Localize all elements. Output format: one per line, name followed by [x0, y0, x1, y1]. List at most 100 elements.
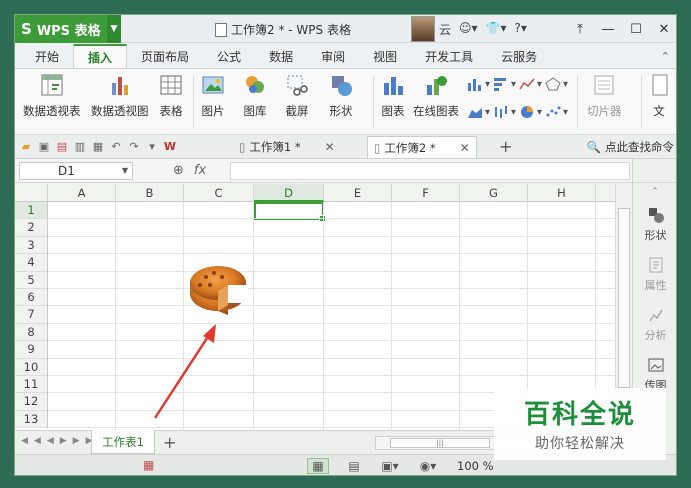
chevron-down-icon[interactable]: ▼ — [122, 163, 128, 179]
column-header[interactable]: G — [460, 184, 528, 202]
menu-tab[interactable]: 开发工具 — [411, 44, 487, 68]
slicer-button[interactable]: 切片器 — [587, 73, 622, 119]
menu-tab[interactable]: 开始 — [21, 44, 73, 68]
zoom-level[interactable]: 100 % — [457, 459, 494, 473]
menu-tab[interactable]: 数据 — [255, 44, 307, 68]
column-header[interactable]: D — [254, 184, 324, 202]
pin-icon[interactable]: ⤒ — [566, 15, 594, 43]
side-panel-properties[interactable]: 属性 — [633, 257, 676, 293]
menu-tab[interactable]: 公式 — [203, 44, 255, 68]
redo-icon[interactable]: ↷ — [127, 140, 141, 154]
wps-w-icon[interactable]: W — [163, 140, 177, 154]
stock-chart-dropdown[interactable]: ▾ — [493, 105, 516, 119]
minimize-button[interactable]: — — [594, 15, 622, 43]
collapse-panel-icon[interactable]: ⌃ — [637, 187, 673, 197]
text-button[interactable]: 文 — [647, 73, 671, 119]
calendar-icon[interactable]: ▦ — [143, 458, 154, 472]
row-header[interactable]: 6 — [15, 289, 47, 307]
save-icon[interactable]: ▣ — [37, 140, 51, 154]
row-header[interactable]: 10 — [15, 359, 47, 376]
select-all-corner[interactable] — [15, 184, 48, 202]
menu-tab[interactable]: 插入 — [73, 44, 128, 68]
normal-view-button[interactable]: ▦ — [307, 458, 329, 474]
column-header[interactable]: E — [324, 184, 392, 202]
column-header[interactable]: C — [184, 184, 254, 202]
fx-icon[interactable]: fx — [194, 163, 206, 178]
side-panel-analysis[interactable]: 分析 — [633, 307, 676, 343]
line-chart-dropdown[interactable]: ▾ — [519, 77, 542, 91]
doc-tab-1[interactable]: ▯ 工作簿1 * ✕ — [233, 136, 341, 158]
pie-chart-dropdown[interactable]: ▾ — [519, 105, 542, 119]
reading-view-button[interactable]: ▣▾ — [379, 458, 401, 474]
row-header[interactable]: 7 — [15, 306, 47, 324]
side-panel-shape[interactable]: 形状 — [633, 207, 676, 243]
scrollbar-thumb[interactable]: ||| — [390, 438, 490, 448]
selected-cell-d1[interactable] — [254, 202, 326, 222]
open-folder-icon[interactable]: ▰ — [19, 140, 33, 154]
shapes-button[interactable]: 形状 — [329, 73, 353, 119]
expand-icon[interactable]: ⌃ — [661, 50, 670, 63]
document-tab-bar: ▰ ▣ ▤ ▥ ▦ ↶ ↷ ▾ W ▯ 工作簿1 * ✕ ▯ 工作簿2 * ✕ … — [15, 135, 676, 159]
pivot-table-button[interactable]: 数据透视表 — [23, 73, 81, 119]
menu-tab[interactable]: 视图 — [359, 44, 411, 68]
wps-menu-button[interactable]: S WPS 表格 ▼ — [15, 15, 121, 43]
column-header[interactable]: H — [528, 184, 596, 202]
table-button[interactable]: 表格 — [159, 73, 183, 119]
add-sheet-icon[interactable]: + — [163, 433, 176, 452]
page-break-view-button[interactable]: ▤ — [343, 458, 365, 474]
menu-tab[interactable]: 审阅 — [307, 44, 359, 68]
undo-icon[interactable]: ↶ — [109, 140, 123, 154]
gallery-button[interactable]: 图库 — [243, 73, 267, 119]
row-header[interactable]: 4 — [15, 254, 47, 272]
row-header[interactable]: 2 — [15, 219, 47, 237]
new-tab-icon[interactable]: + — [499, 137, 512, 156]
shirt-icon[interactable]: 👕▾ — [486, 21, 507, 38]
sheet-tab-1[interactable]: 工作表1 — [91, 430, 155, 454]
scrollbar-thumb[interactable] — [618, 208, 630, 388]
chevron-down-icon[interactable]: ▼ — [107, 15, 121, 43]
row-header[interactable]: 13 — [15, 411, 47, 429]
row-header[interactable]: 11 — [15, 376, 47, 394]
close-button[interactable]: ✕ — [650, 15, 676, 43]
command-search[interactable]: 🔍 点此查找命令 — [587, 139, 674, 155]
name-box[interactable]: D1 ▼ — [19, 162, 133, 180]
maximize-button[interactable]: ☐ — [622, 15, 650, 43]
eye-protect-button[interactable]: ◉▾ — [417, 458, 439, 474]
menu-tab[interactable]: 页面布局 — [127, 44, 203, 68]
picture-button[interactable]: 图片 — [201, 73, 225, 119]
print-icon[interactable]: ▥ — [73, 140, 87, 154]
scatter-chart-dropdown[interactable]: ▾ — [545, 105, 568, 119]
mooncake-image[interactable] — [188, 255, 252, 319]
formula-input[interactable] — [230, 162, 630, 180]
close-tab-icon[interactable]: ✕ — [460, 141, 470, 155]
row-header[interactable]: 9 — [15, 341, 47, 359]
online-chart-button[interactable]: 在线图表 — [413, 73, 459, 119]
bar-chart-dropdown[interactable]: ▾ — [493, 77, 516, 91]
row-header[interactable]: 12 — [15, 393, 47, 411]
pivot-chart-button[interactable]: 数据透视图 — [91, 73, 149, 119]
sheet-nav-arrows[interactable]: ◀◀◀▶▶▶ — [21, 436, 99, 446]
close-tab-icon[interactable]: ✕ — [325, 140, 335, 154]
column-header[interactable]: A — [48, 184, 116, 202]
zoom-search-icon[interactable]: ⊕ — [173, 163, 184, 178]
row-header[interactable]: 3 — [15, 237, 47, 255]
radar-chart-dropdown[interactable]: ▾ — [545, 77, 568, 91]
column-header[interactable]: B — [116, 184, 184, 202]
print-preview-icon[interactable]: ▦ — [91, 140, 105, 154]
cloud-label[interactable]: 云 — [439, 21, 451, 38]
row-header[interactable]: 5 — [15, 272, 47, 289]
area-chart-dropdown[interactable]: ▾ — [467, 105, 490, 119]
menu-tab[interactable]: 云服务 — [487, 44, 551, 68]
row-header[interactable]: 1 — [15, 202, 47, 220]
chart-button[interactable]: 图表 — [381, 73, 405, 119]
screenshot-button[interactable]: 截屏 — [285, 73, 309, 119]
face-icon[interactable]: ☺▾ — [459, 21, 478, 38]
avatar[interactable] — [411, 16, 435, 42]
customize-icon[interactable]: ▾ — [145, 140, 159, 154]
column-header[interactable]: F — [392, 184, 460, 202]
doc-tab-2[interactable]: ▯ 工作簿2 * ✕ — [367, 136, 477, 158]
help-icon[interactable]: ?▾ — [515, 21, 527, 38]
column-chart-dropdown[interactable]: ▾ — [467, 77, 490, 91]
row-header[interactable]: 8 — [15, 324, 47, 342]
pdf-icon[interactable]: ▤ — [55, 140, 69, 154]
